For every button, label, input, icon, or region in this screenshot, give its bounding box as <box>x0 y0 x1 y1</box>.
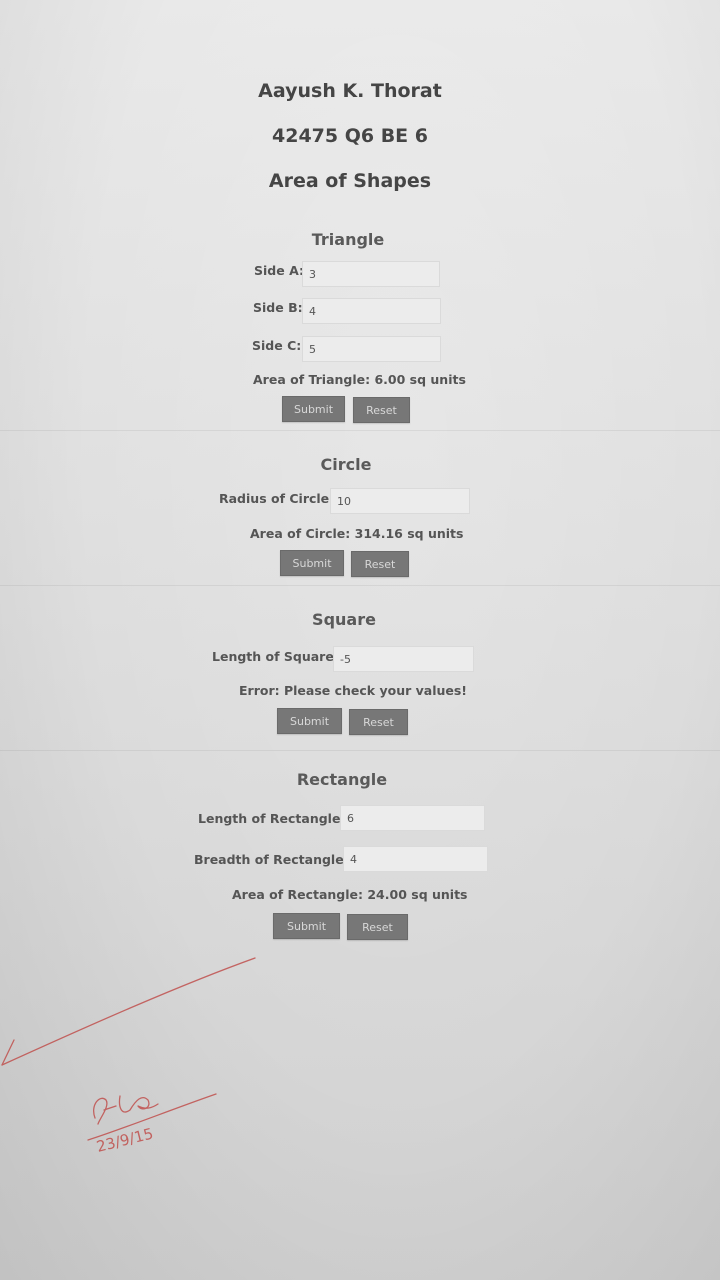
pen-check-stroke <box>1 957 256 1066</box>
signature-date: 23/9/15 <box>95 1124 155 1155</box>
handwritten-signature: 23/9/15 <box>1 957 256 1156</box>
signature-initials <box>93 1095 159 1125</box>
pen-check-tick <box>1 1039 15 1066</box>
